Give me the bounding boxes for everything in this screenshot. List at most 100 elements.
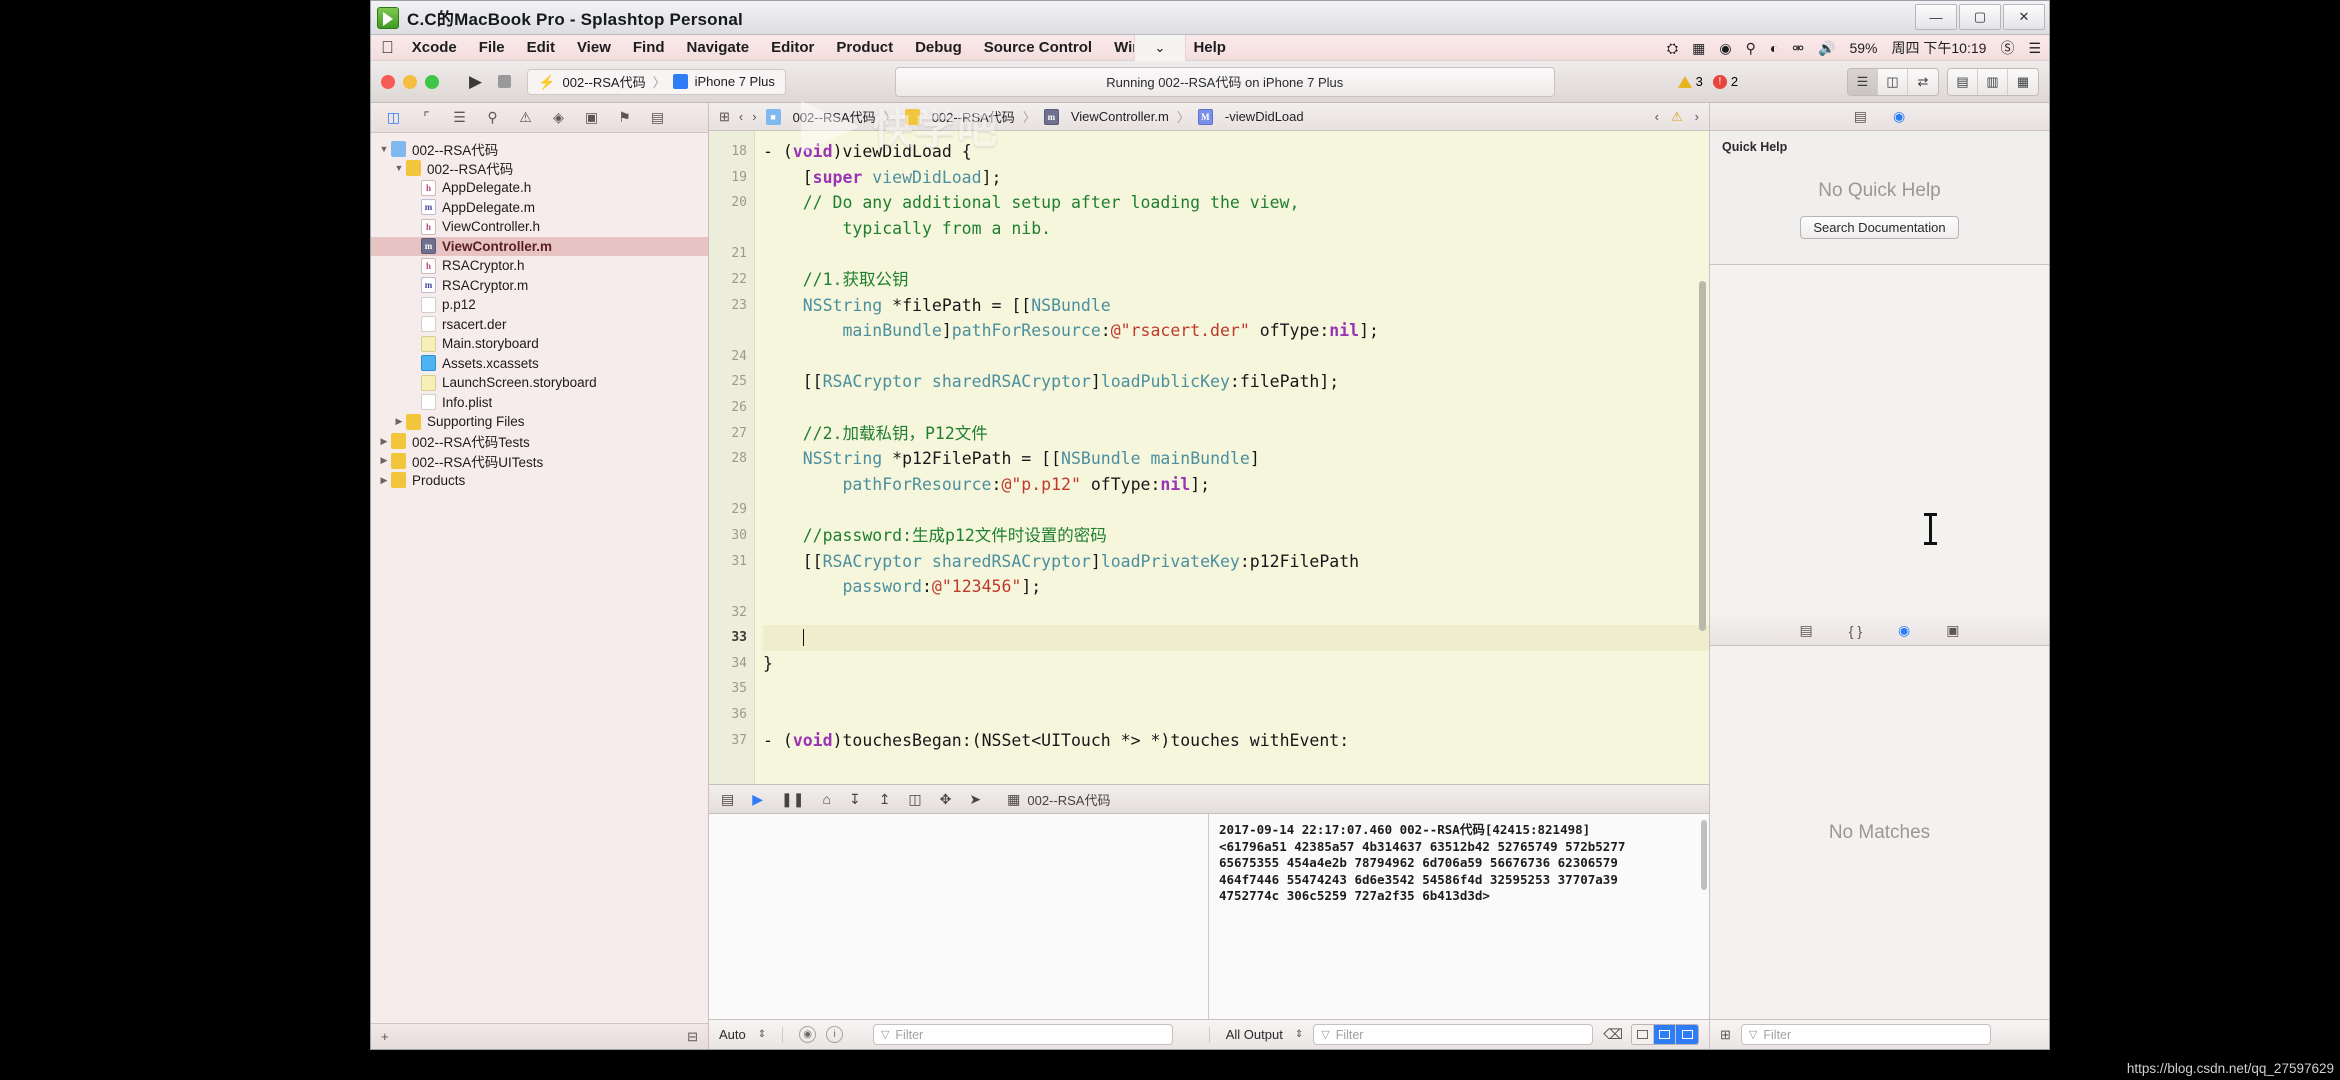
- code-line[interactable]: NSString *filePath = [[NSBundle: [763, 293, 1709, 319]
- code-line[interactable]: [763, 395, 1709, 421]
- minimize-button[interactable]: —: [1915, 4, 1957, 30]
- related-items-icon[interactable]: ⊞: [719, 109, 730, 125]
- previous-issue-button[interactable]: ‹: [1655, 109, 1659, 124]
- list-item[interactable]: ▼ 002--RSA代码: [371, 139, 708, 159]
- skype-icon[interactable]: Ⓢ: [2000, 38, 2014, 58]
- info-icon[interactable]: i: [826, 1026, 844, 1043]
- version-editor-button[interactable]: ⇄: [1908, 68, 1938, 95]
- tab-debug-navigator[interactable]: ▣: [575, 106, 608, 130]
- view-toggle-segmented[interactable]: ▤ ▥ ▦: [1947, 67, 2039, 96]
- breakpoints-icon[interactable]: ▶: [752, 791, 763, 808]
- console-filter-input[interactable]: ▽ Filter: [1313, 1024, 1594, 1045]
- menu-product[interactable]: Product: [836, 39, 893, 56]
- tab-source-control-navigator[interactable]: ⌜: [410, 106, 443, 130]
- code-line[interactable]: [763, 676, 1709, 702]
- clock[interactable]: 周四 下午10:19: [1892, 38, 1987, 58]
- code-line[interactable]: //password:生成p12文件时设置的密码: [763, 523, 1709, 549]
- menu-xcode[interactable]: Xcode: [412, 39, 457, 56]
- debug-toggle-button[interactable]: ▥: [1978, 68, 2008, 95]
- menu-list-icon[interactable]: ☰: [2028, 40, 2041, 57]
- scheme-selector[interactable]: ⚡ 002--RSA代码 〉 iPhone 7 Plus: [527, 68, 786, 95]
- warning-badge[interactable]: 3: [1677, 74, 1703, 89]
- disclosure-closed-icon[interactable]: ▶: [377, 455, 391, 466]
- utilities-toggle-button[interactable]: ▦: [2008, 68, 2038, 95]
- list-item[interactable]: ·h ViewController.h: [371, 217, 708, 237]
- bluetooth-icon[interactable]: ⚮: [1792, 40, 1804, 57]
- error-badge[interactable]: ! 2: [1712, 74, 1738, 89]
- tab-breakpoint-navigator[interactable]: ⚑: [608, 106, 641, 130]
- tab-quick-help-inspector[interactable]: ◉: [1893, 108, 1905, 125]
- safari-icon[interactable]: ◐: [1770, 40, 1778, 56]
- tab-symbol-navigator[interactable]: ☰: [443, 106, 476, 130]
- tab-file-template-library[interactable]: ▤: [1800, 622, 1813, 639]
- forward-button[interactable]: ›: [752, 109, 756, 124]
- list-item[interactable]: ·m RSACryptor.m: [371, 276, 708, 296]
- list-item[interactable]: · p.p12: [371, 295, 708, 315]
- code-line[interactable]: - (void)touchesBegan:(NSSet<UITouch *> *…: [763, 728, 1709, 754]
- editor-scrollbar[interactable]: [1699, 281, 1706, 631]
- standard-editor-button[interactable]: ☰: [1848, 68, 1878, 95]
- back-button[interactable]: ‹: [739, 109, 743, 124]
- output-mode-label[interactable]: All Output: [1226, 1027, 1283, 1042]
- list-item[interactable]: · Assets.xcassets: [371, 354, 708, 374]
- add-file-button[interactable]: +: [381, 1029, 389, 1044]
- show-variables-button[interactable]: [1632, 1025, 1655, 1044]
- step-over-icon[interactable]: ⌂: [822, 791, 830, 807]
- volume-icon[interactable]: 🔊: [1818, 40, 1835, 57]
- breadcrumb[interactable]: ■ 002--RSA代码 〉 002--RSA代码 〉 m ViewContro…: [765, 107, 1304, 126]
- console-view[interactable]: 2017-09-14 22:17:07.460 002--RSA代码[42415…: [1209, 814, 1709, 1019]
- code-line[interactable]: [763, 702, 1709, 728]
- search-documentation-button[interactable]: Search Documentation: [1800, 215, 1959, 239]
- list-item[interactable]: ▶ 002--RSA代码UITests: [371, 451, 708, 471]
- menu-find[interactable]: Find: [633, 39, 665, 56]
- code-line[interactable]: typically from a nib.: [763, 216, 1709, 242]
- disclosure-open-icon[interactable]: ▼: [377, 144, 391, 154]
- xcode-minimize-button[interactable]: [403, 74, 417, 89]
- debug-panel-segmented[interactable]: [1631, 1024, 1700, 1045]
- auto-stepper-icon[interactable]: ⇕: [758, 1029, 766, 1040]
- tab-project-navigator[interactable]: ◫: [377, 106, 410, 130]
- disclosure-closed-icon[interactable]: ▶: [392, 416, 406, 427]
- scope-eye-icon[interactable]: ◉: [799, 1026, 817, 1043]
- code-line[interactable]: }: [763, 651, 1709, 677]
- project-file-tree[interactable]: ▼002--RSA代码▼002--RSA代码·hAppDelegate.h·mA…: [371, 133, 708, 1023]
- menu-debug[interactable]: Debug: [915, 39, 962, 56]
- library-grid-icon[interactable]: ⊞: [1720, 1027, 1731, 1043]
- code-line[interactable]: pathForResource:@"p.p12" ofType:nil];: [763, 472, 1709, 498]
- pause-icon[interactable]: ❚❚: [781, 791, 804, 808]
- list-item[interactable]: ·h RSACryptor.h: [371, 256, 708, 276]
- clear-console-icon[interactable]: ⌫: [1603, 1026, 1623, 1043]
- code-line[interactable]: - (void)viewDidLoad {: [763, 139, 1709, 165]
- issue-counters[interactable]: 3 ! 2: [1677, 74, 1738, 89]
- code-line[interactable]: NSString *p12FilePath = [[NSBundle mainB…: [763, 446, 1709, 472]
- list-item[interactable]: ·h AppDelegate.h: [371, 178, 708, 198]
- code-line[interactable]: // Do any additional setup after loading…: [763, 190, 1709, 216]
- list-item[interactable]: ▶ Supporting Files: [371, 412, 708, 432]
- breadcrumb-project[interactable]: 002--RSA代码: [793, 107, 876, 126]
- code-line[interactable]: [[RSACryptor sharedRSACryptor]loadPublic…: [763, 369, 1709, 395]
- hide-debug-area-icon[interactable]: ▤: [721, 791, 734, 808]
- code-line[interactable]: [super viewDidLoad];: [763, 165, 1709, 191]
- list-item[interactable]: ▼ 002--RSA代码: [371, 159, 708, 179]
- code-line[interactable]: [763, 241, 1709, 267]
- step-into-icon[interactable]: ↧: [849, 791, 861, 808]
- tab-object-library[interactable]: ◉: [1898, 622, 1910, 639]
- code-line[interactable]: [763, 600, 1709, 626]
- apple-menu-icon[interactable]: : [381, 38, 394, 58]
- tab-find-navigator[interactable]: ⚲: [476, 106, 509, 130]
- navigator-toggle-button[interactable]: ▤: [1948, 68, 1978, 95]
- camera-icon[interactable]: ◉: [1719, 40, 1731, 57]
- filter-settings-icon[interactable]: ⊟: [687, 1029, 698, 1045]
- list-item[interactable]: ▶ Products: [371, 471, 708, 491]
- maximize-button[interactable]: ▢: [1959, 4, 2001, 30]
- tab-report-navigator[interactable]: ▤: [641, 106, 674, 130]
- show-both-button[interactable]: [1676, 1025, 1699, 1044]
- editor-mode-segmented[interactable]: ☰ ◫ ⇄: [1847, 67, 1939, 96]
- variables-view[interactable]: [709, 814, 1209, 1019]
- run-button[interactable]: ▶: [463, 72, 488, 92]
- issue-warning-icon[interactable]: ⚠: [1671, 109, 1683, 125]
- console-scrollbar[interactable]: [1701, 820, 1707, 890]
- output-stepper-icon[interactable]: ⇕: [1295, 1029, 1303, 1040]
- code-text[interactable]: - (void)viewDidLoad { [super viewDidLoad…: [755, 131, 1709, 784]
- source-editor[interactable]: 18 19 20 21 22 23 24 25 26 27 28 29 30 31 32 33 34 35 36 37…: [709, 131, 1937, 784]
